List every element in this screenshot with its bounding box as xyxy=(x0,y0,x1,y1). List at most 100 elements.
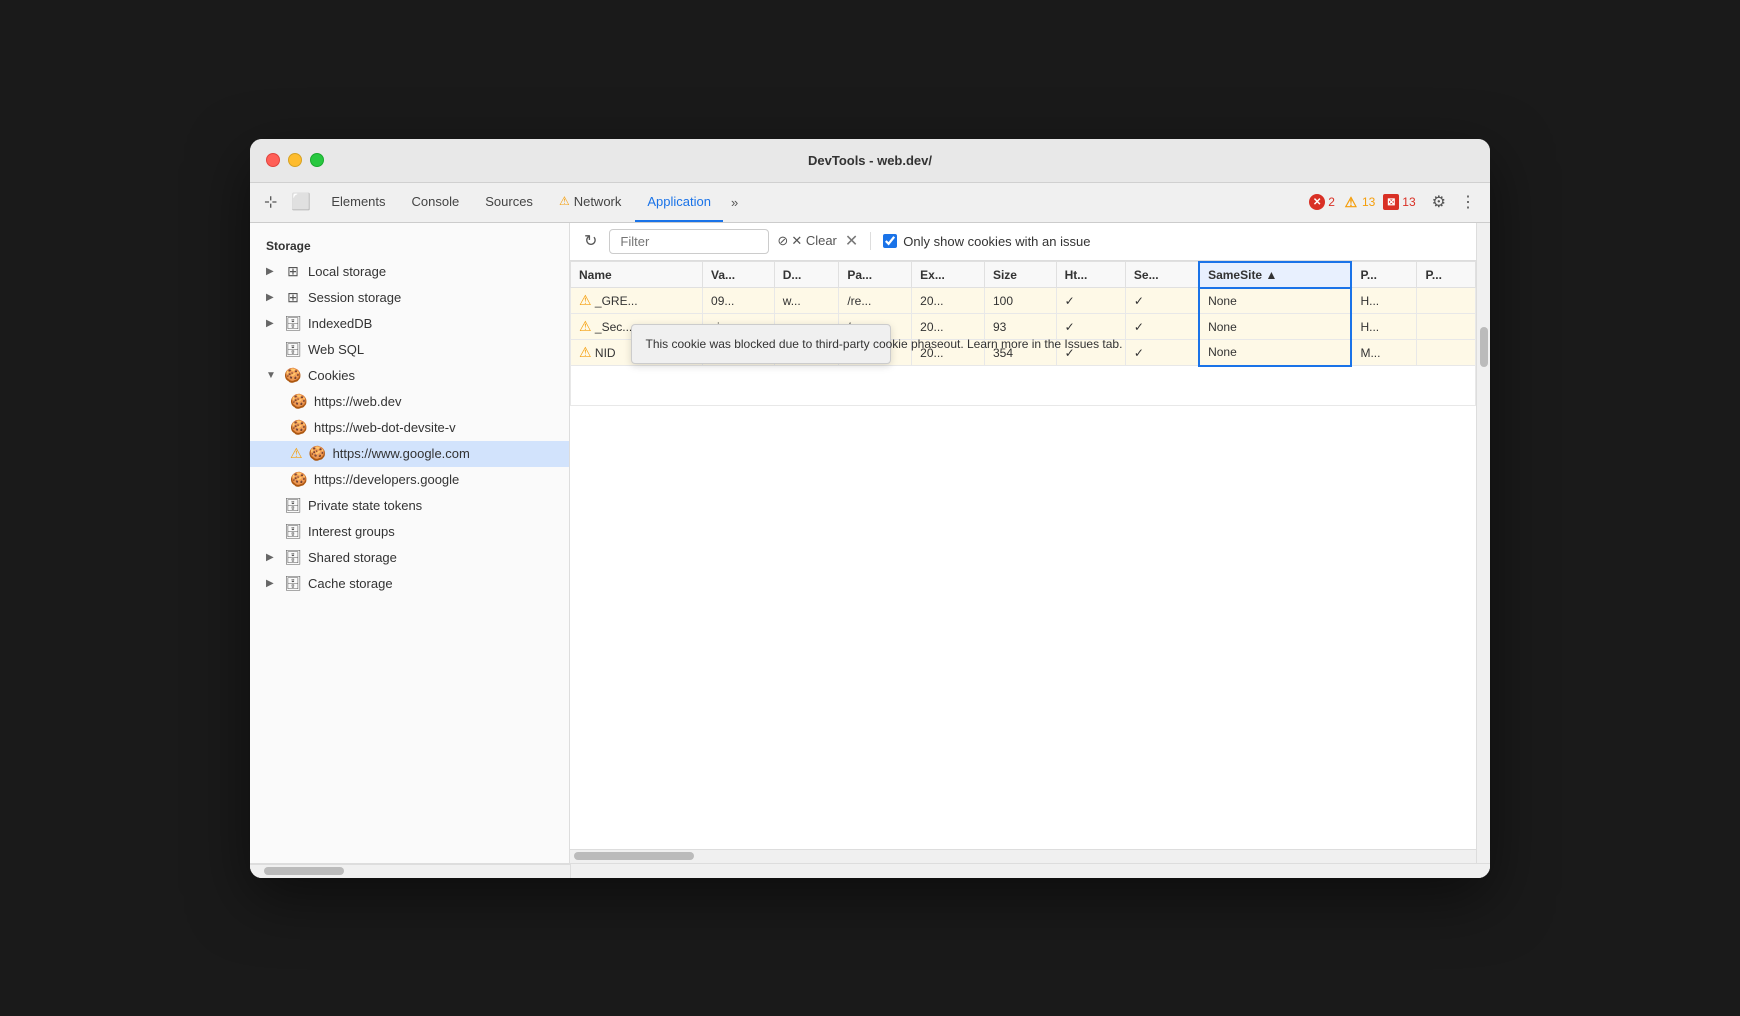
warning-badge[interactable]: ⚠ 13 xyxy=(1343,194,1375,210)
tab-console[interactable]: Console xyxy=(400,182,472,222)
sidebar-item-session-storage[interactable]: ▶ ⊞ Session storage xyxy=(250,285,569,311)
storage-section-label: Storage xyxy=(250,235,569,259)
expand-arrow-shared: ▶ xyxy=(266,552,278,563)
tab-more-button[interactable]: » xyxy=(725,195,744,210)
issues-only-checkbox-label[interactable]: Only show cookies with an issue xyxy=(883,234,1090,249)
issues-only-checkbox[interactable] xyxy=(883,234,897,248)
blocked-badge[interactable]: ⊠ 13 xyxy=(1383,194,1415,210)
col-name[interactable]: Name xyxy=(571,262,703,288)
filter-clear-icon: ⊘ xyxy=(777,233,788,249)
tab-application[interactable]: Application xyxy=(635,182,723,222)
error-icon: ✕ xyxy=(1309,194,1325,210)
devtools-tab-bar: ⊹ ⬜ Elements Console Sources ⚠ Network A… xyxy=(250,183,1490,223)
toolbar-divider xyxy=(870,232,871,250)
tab-status-area: ✕ 2 ⚠ 13 ⊠ 13 xyxy=(1309,194,1415,210)
title-bar: DevTools - web.dev/ xyxy=(250,139,1490,183)
col-value[interactable]: Va... xyxy=(703,262,775,288)
warning-icon: ⚠ xyxy=(1343,194,1359,210)
sidebar: Storage ▶ ⊞ Local storage ▶ ⊞ Session st… xyxy=(250,223,570,863)
col-secure[interactable]: Se... xyxy=(1125,262,1199,288)
col-size[interactable]: Size xyxy=(984,262,1056,288)
cache-storage-icon: 🗄 xyxy=(284,575,302,592)
cell-secure: ✓ xyxy=(1125,288,1199,314)
close-button[interactable] xyxy=(266,153,280,167)
cell-domain: w... xyxy=(774,288,839,314)
traffic-lights xyxy=(266,153,324,167)
col-domain[interactable]: D... xyxy=(774,262,839,288)
table-row[interactable]: ⚠ _GRE... 09... w... /re... 20... 100 ✓ … xyxy=(571,288,1476,314)
expand-arrow-cache: ▶ xyxy=(266,578,278,589)
minimize-button[interactable] xyxy=(288,153,302,167)
more-options-icon[interactable]: ⋮ xyxy=(1454,192,1482,212)
device-icon[interactable]: ⬜ xyxy=(285,188,317,216)
table-header: Name Va... D... Pa... Ex... Size Ht... S… xyxy=(571,262,1476,288)
cell-p2 xyxy=(1417,314,1476,340)
local-storage-icon: ⊞ xyxy=(284,263,302,280)
tab-elements[interactable]: Elements xyxy=(319,182,397,222)
sidebar-item-cookies-webdev[interactable]: 🍪 https://web.dev xyxy=(250,389,569,415)
sidebar-item-local-storage[interactable]: ▶ ⊞ Local storage xyxy=(250,259,569,285)
cookie-webdev-icon: 🍪 xyxy=(290,393,308,410)
cell-httponly: ✓ xyxy=(1056,288,1125,314)
cell-path: /re... xyxy=(839,288,912,314)
cookie-developers-icon: 🍪 xyxy=(290,471,308,488)
tab-sources[interactable]: Sources xyxy=(473,182,545,222)
cell-p1: H... xyxy=(1351,288,1417,314)
cookie-tooltip: This cookie was blocked due to third-par… xyxy=(631,324,891,364)
row2-warning-icon: ⚠ xyxy=(579,318,592,334)
close-filter-button[interactable]: ✕ xyxy=(845,231,858,251)
cookie-table: Name Va... D... Pa... Ex... Size Ht... S… xyxy=(570,261,1476,407)
sidebar-scroll-thumb xyxy=(264,867,344,875)
sidebar-item-cookies[interactable]: ▼ 🍪 Cookies xyxy=(250,363,569,389)
vertical-scroll-thumb xyxy=(1480,327,1488,367)
tab-network[interactable]: ⚠ Network xyxy=(547,182,633,222)
col-httponly[interactable]: Ht... xyxy=(1056,262,1125,288)
shared-storage-icon: 🗄 xyxy=(284,549,302,566)
col-expires[interactable]: Ex... xyxy=(912,262,985,288)
main-panel: ↻ ⊘ ✕ Clear ✕ Only show cookies with an … xyxy=(570,223,1476,863)
refresh-button[interactable]: ↻ xyxy=(580,229,601,253)
expand-arrow-cookies: ▼ xyxy=(266,370,278,381)
settings-icon[interactable]: ⚙ xyxy=(1426,192,1452,212)
vertical-scrollbar[interactable] xyxy=(1476,223,1490,863)
maximize-button[interactable] xyxy=(310,153,324,167)
cookies-icon: 🍪 xyxy=(284,367,302,384)
sidebar-item-shared-storage[interactable]: ▶ 🗄 Shared storage xyxy=(250,545,569,571)
table-row-empty xyxy=(571,366,1476,406)
network-warning-icon: ⚠ xyxy=(559,194,570,208)
inspect-icon[interactable]: ⊹ xyxy=(258,188,283,216)
col-p2[interactable]: P... xyxy=(1417,262,1476,288)
sidebar-item-cookies-webdotdevsite[interactable]: 🍪 https://web-dot-devsite-v xyxy=(250,415,569,441)
error-badge[interactable]: ✕ 2 xyxy=(1309,194,1335,210)
row3-warning-icon: ⚠ xyxy=(579,344,592,360)
col-samesite[interactable]: SameSite ▲ xyxy=(1199,262,1351,288)
table-row[interactable]: ⚠ _Sec... This cookie was blocked due to… xyxy=(571,314,1476,340)
sidebar-item-web-sql[interactable]: 🗄 Web SQL xyxy=(250,337,569,363)
cell-name: ⚠ _GRE... xyxy=(571,288,703,314)
expand-arrow-indexeddb: ▶ xyxy=(266,318,278,329)
devtools-window: DevTools - web.dev/ ⊹ ⬜ Elements Console… xyxy=(250,139,1490,878)
cell-secure: ✓ xyxy=(1125,314,1199,340)
filter-input[interactable] xyxy=(609,229,769,254)
sidebar-item-cookies-developers[interactable]: 🍪 https://developers.google xyxy=(250,467,569,493)
cell-samesite: None xyxy=(1199,288,1351,314)
cell-size: 100 xyxy=(984,288,1056,314)
indexeddb-icon: 🗄 xyxy=(284,315,302,332)
cell-name: ⚠ _Sec... This cookie was blocked due to… xyxy=(571,314,703,340)
toolbar: ↻ ⊘ ✕ Clear ✕ Only show cookies with an … xyxy=(570,223,1476,261)
col-p1[interactable]: P... xyxy=(1351,262,1417,288)
sidebar-item-indexeddb[interactable]: ▶ 🗄 IndexedDB xyxy=(250,311,569,337)
sidebar-item-private-state-tokens[interactable]: 🗄 Private state tokens xyxy=(250,493,569,519)
expand-arrow-session: ▶ xyxy=(266,292,278,303)
sidebar-item-cookies-google[interactable]: ⚠ 🍪 https://www.google.com xyxy=(250,441,569,467)
sidebar-item-interest-groups[interactable]: 🗄 Interest groups xyxy=(250,519,569,545)
sidebar-item-cache-storage[interactable]: ▶ 🗄 Cache storage xyxy=(250,571,569,597)
sidebar-scrollbar[interactable] xyxy=(250,864,570,878)
cell-p1: H... xyxy=(1351,314,1417,340)
devtools-body: Storage ▶ ⊞ Local storage ▶ ⊞ Session st… xyxy=(250,223,1490,863)
cell-value: 09... xyxy=(703,288,775,314)
row1-warning-icon: ⚠ xyxy=(579,292,592,308)
clear-filter-button[interactable]: ⊘ ✕ Clear xyxy=(777,233,836,249)
horizontal-scrollbar[interactable] xyxy=(570,849,1476,863)
col-path[interactable]: Pa... xyxy=(839,262,912,288)
